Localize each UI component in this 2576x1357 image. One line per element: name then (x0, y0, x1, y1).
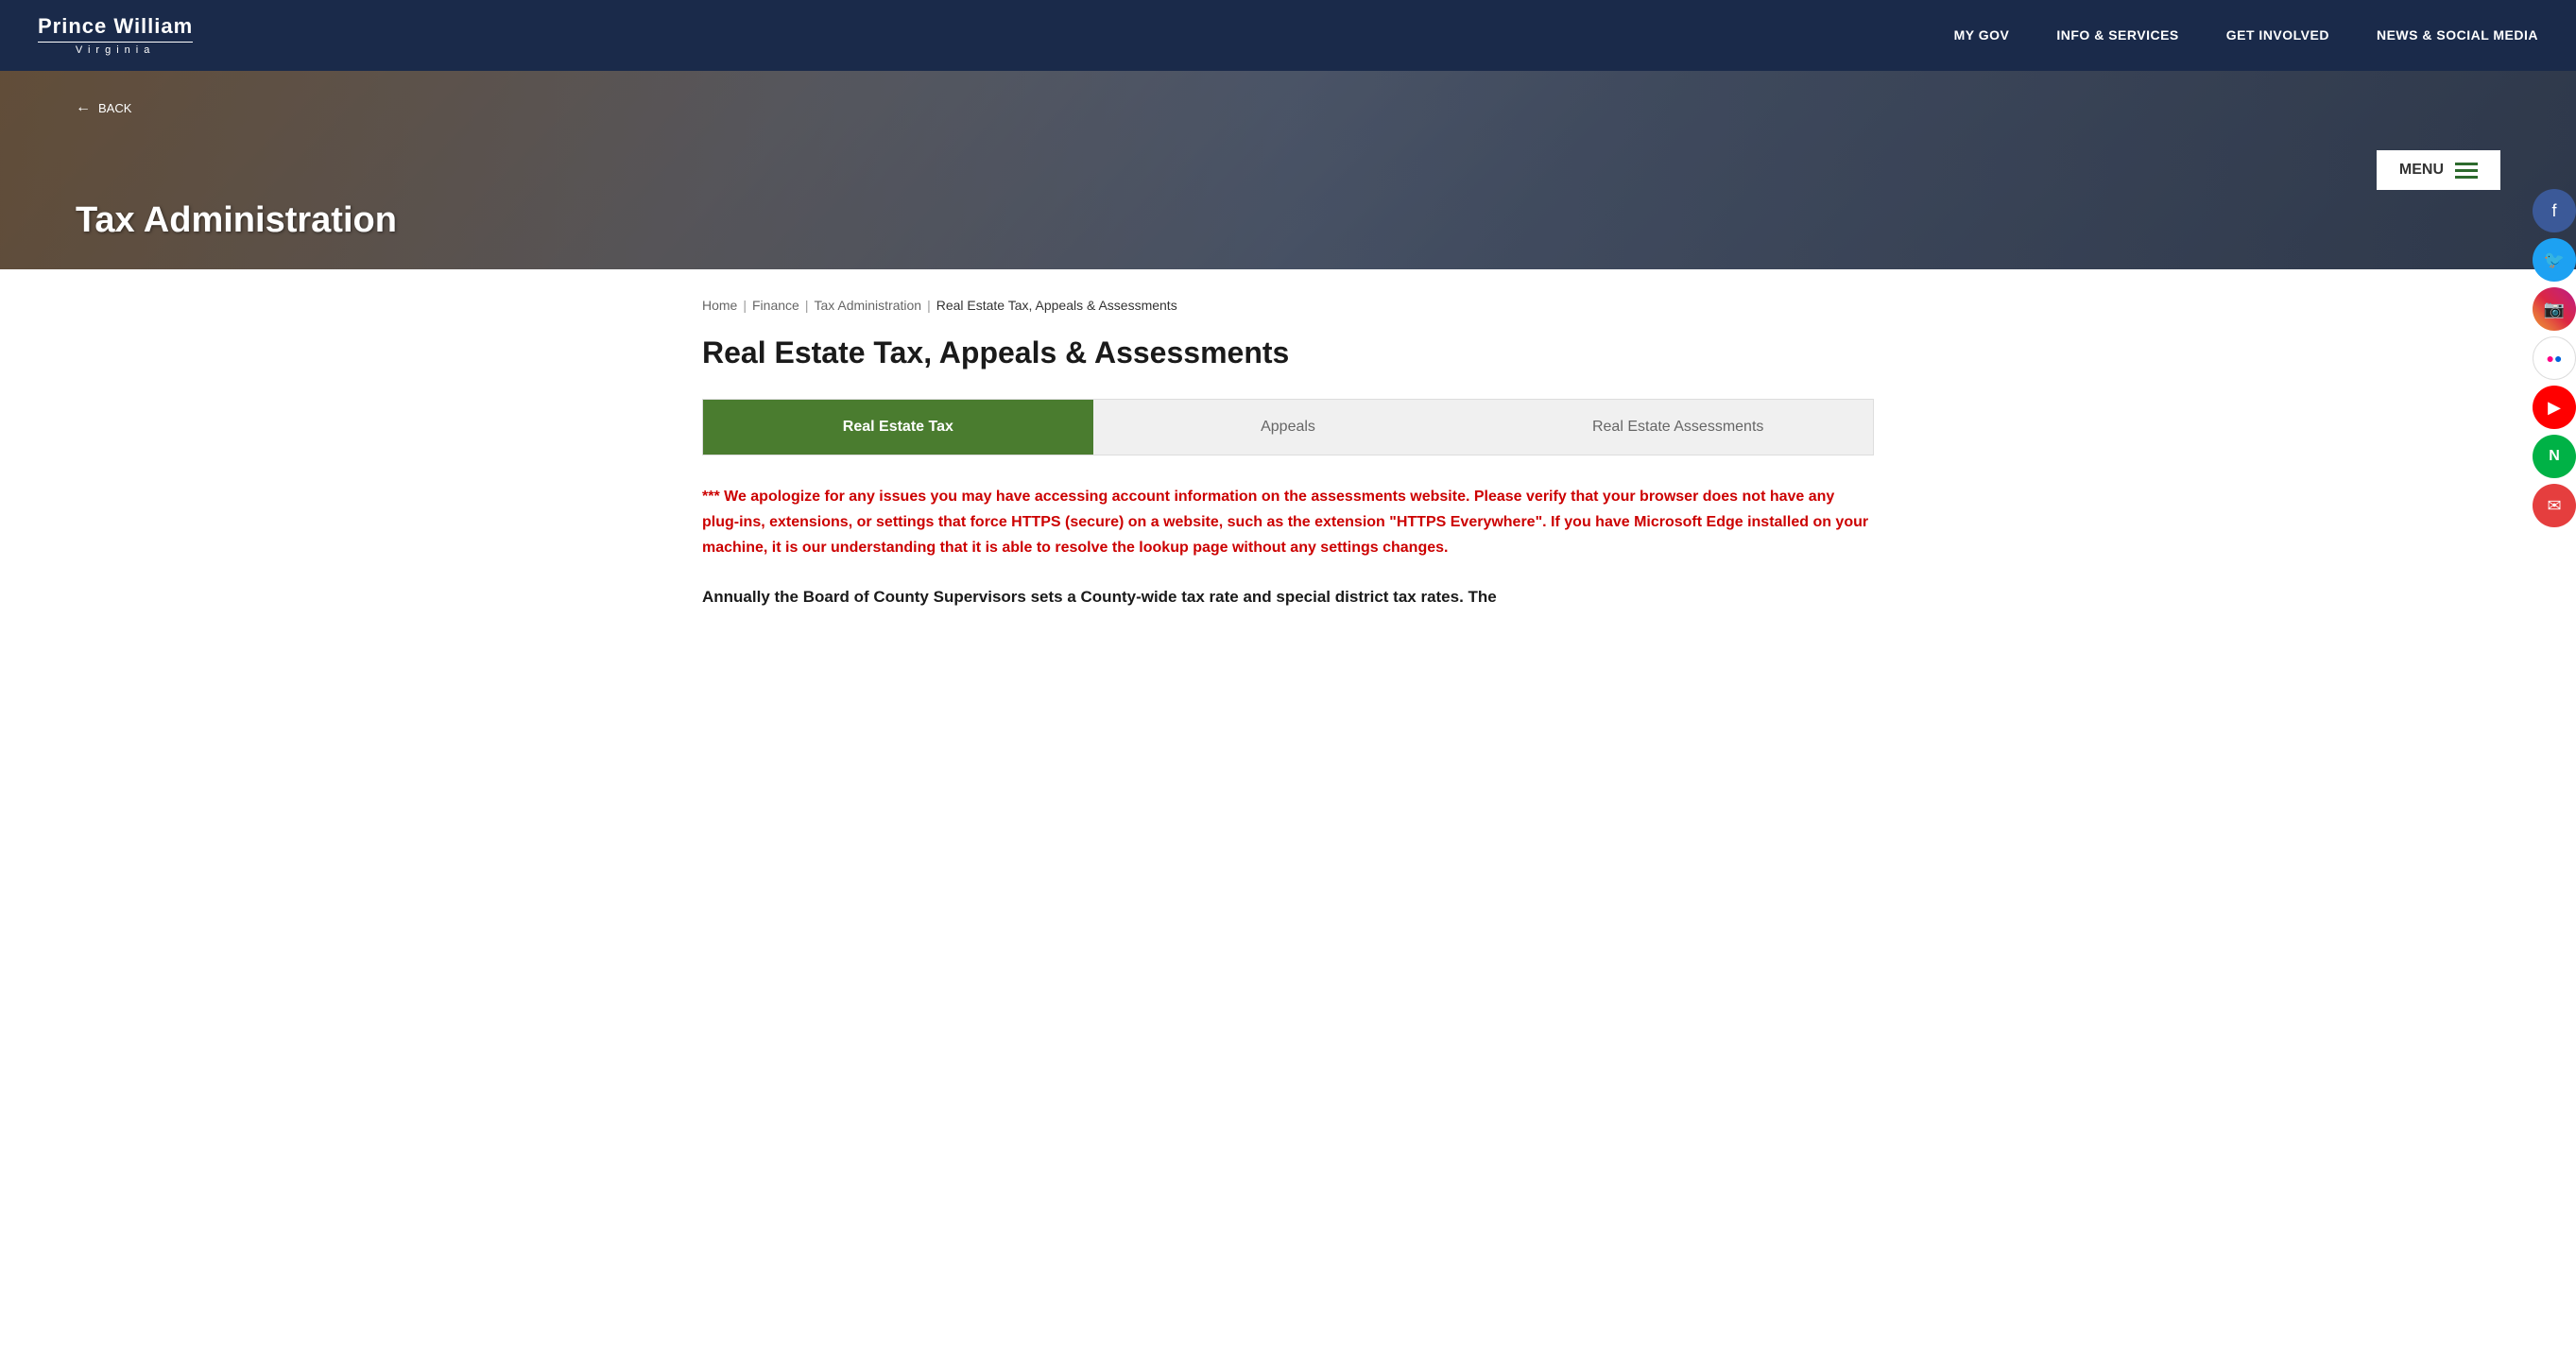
breadcrumb-home[interactable]: Home (702, 298, 737, 313)
email-button[interactable]: ✉ (2533, 484, 2576, 527)
twitter-button[interactable]: 🐦 (2533, 238, 2576, 282)
instagram-button[interactable]: 📷 (2533, 287, 2576, 331)
tab-appeals[interactable]: Appeals (1093, 400, 1484, 455)
tab-real-estate-tax[interactable]: Real Estate Tax (703, 400, 1093, 455)
site-header: Prince William Virginia MY GOV INFO & SE… (0, 0, 2576, 71)
nav-my-gov[interactable]: MY GOV (1954, 27, 2010, 43)
nav-info-services[interactable]: INFO & SERVICES (2056, 27, 2178, 43)
flickr-button[interactable]: ●● (2533, 336, 2576, 380)
menu-icon (2455, 163, 2478, 179)
instagram-icon: 📷 (2544, 300, 2565, 319)
logo-sub-text: Virginia (38, 42, 193, 57)
breadcrumb-tax-admin[interactable]: Tax Administration (814, 298, 921, 313)
nextdoor-icon: N (2549, 448, 2560, 465)
social-sidebar: f 🐦 📷 ●● ▶ N ✉ (2533, 189, 2576, 527)
facebook-button[interactable]: f (2533, 189, 2576, 232)
tab-real-estate-assessments[interactable]: Real Estate Assessments (1483, 400, 1873, 455)
page-title: Real Estate Tax, Appeals & Assessments (702, 335, 1874, 370)
hero-banner: BACK Tax Administration MENU (0, 71, 2576, 269)
facebook-icon: f (2551, 201, 2556, 221)
logo-main-text: Prince William (38, 14, 193, 39)
youtube-button[interactable]: ▶ (2533, 386, 2576, 429)
twitter-icon: 🐦 (2544, 250, 2565, 270)
breadcrumb-current: Real Estate Tax, Appeals & Assessments (936, 298, 1177, 313)
menu-button[interactable]: MENU (2377, 150, 2500, 190)
back-link[interactable]: BACK (76, 99, 131, 116)
breadcrumb-sep-3: | (927, 298, 931, 313)
main-content: Home | Finance | Tax Administration | Re… (627, 269, 1949, 666)
breadcrumb-sep-1: | (743, 298, 747, 313)
breadcrumb-sep-2: | (805, 298, 809, 313)
nextdoor-button[interactable]: N (2533, 435, 2576, 478)
hero-content: Tax Administration (76, 200, 397, 241)
menu-label: MENU (2399, 162, 2444, 179)
tab-bar: Real Estate Tax Appeals Real Estate Asse… (702, 399, 1874, 455)
youtube-icon: ▶ (2548, 398, 2561, 418)
breadcrumb: Home | Finance | Tax Administration | Re… (702, 298, 1874, 313)
nav-news-social[interactable]: NEWS & SOCIAL MEDIA (2377, 27, 2538, 43)
body-text: Annually the Board of County Supervisors… (702, 584, 1874, 610)
logo[interactable]: Prince William Virginia (38, 14, 193, 57)
nav-get-involved[interactable]: GET INVOLVED (2226, 27, 2329, 43)
alert-message: *** We apologize for any issues you may … (702, 484, 1874, 561)
flickr-icon: ●● (2547, 351, 2563, 366)
email-icon: ✉ (2547, 496, 2561, 516)
breadcrumb-finance[interactable]: Finance (752, 298, 799, 313)
hero-title: Tax Administration (76, 200, 397, 241)
main-nav: MY GOV INFO & SERVICES GET INVOLVED NEWS… (1954, 27, 2538, 44)
